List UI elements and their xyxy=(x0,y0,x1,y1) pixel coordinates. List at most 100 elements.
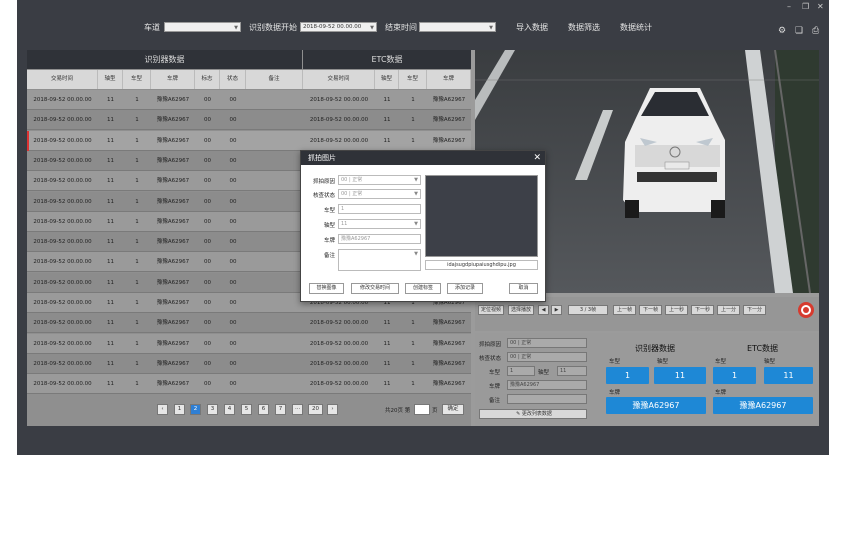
remark-select[interactable] xyxy=(507,394,587,404)
next-icon[interactable]: ▶ xyxy=(551,305,562,315)
table-row[interactable]: 2018-09-52 00.00.00111豫豫A6296700002018-0… xyxy=(27,374,471,395)
page-button[interactable]: 3 xyxy=(207,404,218,415)
page-button[interactable]: 5 xyxy=(241,404,252,415)
chevron-down-icon: ▼ xyxy=(234,25,238,31)
table-row[interactable]: 2018-09-52 00.00.00111豫豫A6296700002018-0… xyxy=(27,90,471,110)
col-header[interactable]: 备注 xyxy=(246,70,303,89)
table-cell: 00 xyxy=(204,381,211,388)
page-ellipsis: ··· xyxy=(292,404,304,415)
etc-plate-label: 车牌 xyxy=(715,390,727,396)
table-cell: 11 xyxy=(107,320,114,327)
close-window-icon[interactable]: ✕ xyxy=(817,2,824,11)
table-cell: 1 xyxy=(135,137,139,144)
end-time-label: 结束时间 xyxy=(385,23,417,32)
table-cell: 豫豫A62967 xyxy=(156,239,190,246)
col-header[interactable]: 车牌 xyxy=(151,70,195,89)
table-row[interactable]: 2018-09-52 00.00.00111豫豫A6296700002018-0… xyxy=(27,313,471,334)
check-select[interactable]: 00 | 正常 xyxy=(507,352,587,362)
menu-statistics[interactable]: 数据统计 xyxy=(620,22,652,33)
prev-page-button[interactable]: ‹ xyxy=(157,404,168,415)
table-row[interactable]: 2018-09-52 00.00.00111豫豫A6296700002018-0… xyxy=(27,353,471,374)
next-minute-button[interactable]: 下一分 xyxy=(743,305,766,315)
table-cell: 2018-09-52 00.00.00 xyxy=(33,198,92,205)
prev-minute-button[interactable]: 上一分 xyxy=(717,305,740,315)
menu-filter-data[interactable]: 数据筛选 xyxy=(568,22,600,33)
etc-axle-label: 轴型 xyxy=(764,359,776,365)
recog-plate-label: 车牌 xyxy=(609,390,621,396)
axle-input[interactable]: 11 xyxy=(557,366,587,376)
cancel-button[interactable]: 取消 xyxy=(509,283,538,294)
dialog-reason-value: 00 | 正常 xyxy=(341,177,363,183)
table-cell: 00 xyxy=(229,137,237,144)
table-cell: 豫豫A62967 xyxy=(156,300,190,306)
table-cell: 1 xyxy=(411,137,415,144)
page-button[interactable]: 4 xyxy=(224,404,235,415)
next-second-button[interactable]: 下一秒 xyxy=(691,305,714,315)
dialog-reason-select[interactable]: 00 | 正常 ▼ xyxy=(338,175,421,185)
etc-type-value: 1 xyxy=(713,367,756,384)
dialog-check-select[interactable]: 00 | 正常 ▼ xyxy=(338,189,421,199)
replace-image-button[interactable]: 替换图像 xyxy=(309,283,344,294)
create-tag-button[interactable]: 创建标签 xyxy=(405,283,441,294)
table-row[interactable]: 2018-09-52 00.00.00111豫豫A6296700002018-0… xyxy=(27,130,471,151)
table-row[interactable]: 2018-09-52 00.00.00111豫豫A6296700002018-0… xyxy=(27,333,471,354)
page-button[interactable]: 6 xyxy=(258,404,269,415)
table-cell: 2018-09-52 00.00.00 xyxy=(33,300,92,306)
prev-icon[interactable]: ◀ xyxy=(538,305,549,315)
end-time-select[interactable]: ▼ xyxy=(419,22,496,32)
next-page-button[interactable]: › xyxy=(327,404,338,415)
print-icon[interactable]: ⎙ xyxy=(812,26,819,36)
col-header[interactable]: 轴型 xyxy=(375,70,399,89)
col-header[interactable]: 车型 xyxy=(123,70,151,89)
type-input[interactable]: 1 xyxy=(507,366,535,376)
page-button[interactable]: 1 xyxy=(174,404,185,415)
settings-icon[interactable]: ⚙ xyxy=(778,26,786,36)
page-button[interactable]: 7 xyxy=(275,404,286,415)
check-label: 核查状态 xyxy=(479,356,502,362)
reason-select[interactable]: 00 | 正常 xyxy=(507,338,587,348)
etc-plate-value: 豫豫A62967 xyxy=(713,397,813,414)
camera-lens-icon[interactable] xyxy=(797,301,815,319)
plate-input[interactable]: 豫豫A62967 xyxy=(507,380,587,390)
select-playback-button[interactable]: 选择播放 xyxy=(508,305,535,315)
col-header[interactable]: 交易时间 xyxy=(27,70,98,89)
page-button-current[interactable]: 2 xyxy=(190,404,201,415)
table-cell: 1 xyxy=(135,239,139,246)
dialog-remark-select[interactable]: ▼ xyxy=(338,249,421,271)
table-cell: 豫豫A62967 xyxy=(156,218,190,225)
dialog-axle-select[interactable]: 11 ▼ xyxy=(338,219,421,229)
table-cell: 00 xyxy=(229,259,237,266)
col-header[interactable]: 标志 xyxy=(195,70,220,89)
dialog-plate-input[interactable]: 豫豫A62967 xyxy=(338,234,421,244)
menu-import-data[interactable]: 导入数据 xyxy=(516,22,548,33)
table-cell xyxy=(246,171,303,191)
col-header[interactable]: 轴型 xyxy=(98,70,123,89)
update-list-button[interactable]: ✎ 更改列表数据 xyxy=(479,409,587,419)
table-row[interactable]: 2018-09-52 00.00.00111豫豫A6296700002018-0… xyxy=(27,110,471,131)
col-header[interactable]: 交易时间 xyxy=(303,70,375,89)
next-frame-button[interactable]: 下一帧 xyxy=(639,305,662,315)
table-cell xyxy=(246,334,303,354)
col-header[interactable]: 车型 xyxy=(399,70,427,89)
restore-icon[interactable]: ❐ xyxy=(802,2,809,11)
detail-panel: 抓拍原因 00 | 正常 核查状态 00 | 正常 车型 1 轴型 11 车牌 … xyxy=(475,333,819,426)
locate-video-button[interactable]: 定位视频 xyxy=(478,305,505,315)
col-header[interactable]: 状态 xyxy=(220,70,246,89)
page-confirm-button[interactable]: 确定 xyxy=(442,404,464,415)
lane-select[interactable]: ▼ xyxy=(164,22,241,32)
close-icon[interactable]: ✕ xyxy=(533,151,541,165)
dialog-plate-label: 车牌 xyxy=(323,238,335,244)
page-button[interactable]: 20 xyxy=(308,404,323,415)
table-cell: 2018-09-52 00.00.00 xyxy=(33,259,92,266)
page-jump-input[interactable] xyxy=(414,404,430,415)
start-time-select[interactable]: 2018-09-52 00.00.00 ▼ xyxy=(300,22,377,32)
dialog-type-input[interactable]: 1 xyxy=(338,204,421,214)
table-cell: 2018-09-52 00.00.00 xyxy=(33,360,92,367)
copy-icon[interactable]: ❏ xyxy=(795,26,803,36)
prev-frame-button[interactable]: 上一帧 xyxy=(613,305,636,315)
col-header[interactable]: 车牌 xyxy=(427,70,471,89)
edit-trade-time-button[interactable]: 修改交易时间 xyxy=(351,283,399,294)
prev-second-button[interactable]: 上一秒 xyxy=(665,305,688,315)
add-record-button[interactable]: 添加记录 xyxy=(447,283,483,294)
minimize-icon[interactable]: – xyxy=(787,2,791,11)
